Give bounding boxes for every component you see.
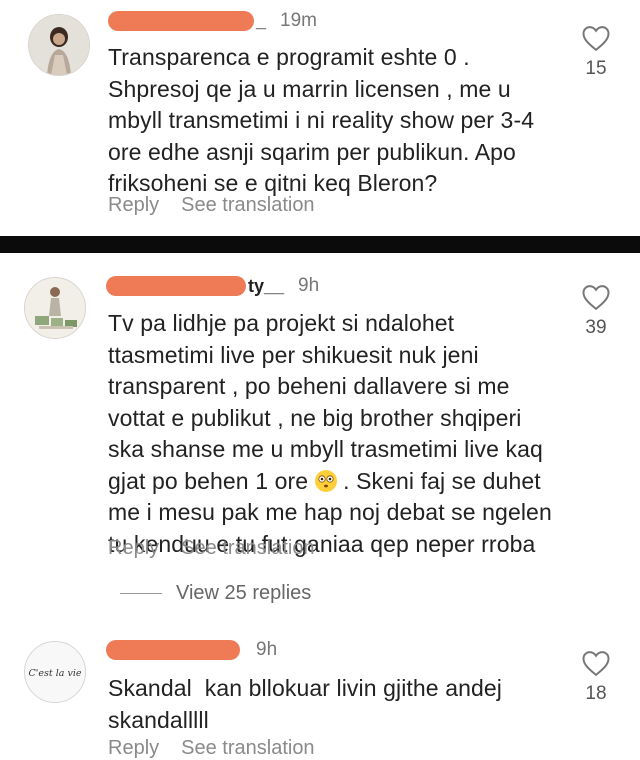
like-count: 15 [585,58,607,79]
heart-icon[interactable] [581,649,611,677]
see-translation-button[interactable]: See translation [181,537,314,560]
see-translation-button[interactable]: See translation [181,737,314,760]
reply-button[interactable]: Reply [108,537,159,560]
timestamp: 9h [256,639,278,660]
comment-3: C'est la vie 9h Skandal kan bllokuar liv… [0,633,640,759]
like-control: 18 [576,649,616,705]
comment-text: Tv pa lidhje pa projekt si ndalohet ttas… [108,308,552,560]
redacted-username [106,276,246,296]
see-translation-button[interactable]: See translation [181,194,314,217]
redacted-username [108,11,254,31]
avatar[interactable] [28,14,90,76]
timestamp: 19m [280,10,317,31]
view-replies-label: View 25 replies [176,582,312,604]
comment-actions: Reply See translation [108,737,315,760]
comment-1: _ 19m Transparenca e programit eshte 0 .… [0,0,640,236]
timestamp: 9h [298,275,320,296]
section-divider [0,236,640,253]
reply-button[interactable]: Reply [108,737,159,760]
comment-actions: Reply See translation [108,194,315,217]
username[interactable]: 9h [106,639,277,661]
comment-text: Skandal kan bllokuar livin gjithe andej … [108,675,502,733]
like-control: 15 [576,24,616,80]
username[interactable]: _ 19m [108,10,317,32]
like-count: 18 [585,683,607,704]
username-tail: ty__ [248,275,285,296]
like-count: 39 [585,317,607,338]
heart-icon[interactable] [581,283,611,311]
comment-text: Transparenca e programit eshte 0 . Shpre… [108,44,535,196]
svg-text:C'est la vie: C'est la vie [29,668,82,679]
username[interactable]: ty__ 9h [106,275,319,297]
avatar[interactable]: C'est la vie [24,641,86,703]
avatar[interactable] [24,277,86,339]
flushed-face-emoji [314,469,337,492]
heart-icon[interactable] [581,24,611,52]
reply-button[interactable]: Reply [108,194,159,217]
avatar-photo [29,15,89,75]
avatar-logo: C'est la vie [25,642,85,702]
like-control: 39 [576,283,616,339]
username-tail: _ [256,10,267,31]
replies-line [120,593,162,594]
comment-2: ty__ 9h Tv pa lidhje pa projekt si ndalo… [0,253,640,633]
comment-actions: Reply See translation [108,537,315,560]
redacted-username [106,640,240,660]
view-replies-button[interactable]: View 25 replies [120,582,311,605]
avatar-photo [25,278,85,338]
comment-text-part-1: Tv pa lidhje pa projekt si ndalohet ttas… [108,310,543,494]
